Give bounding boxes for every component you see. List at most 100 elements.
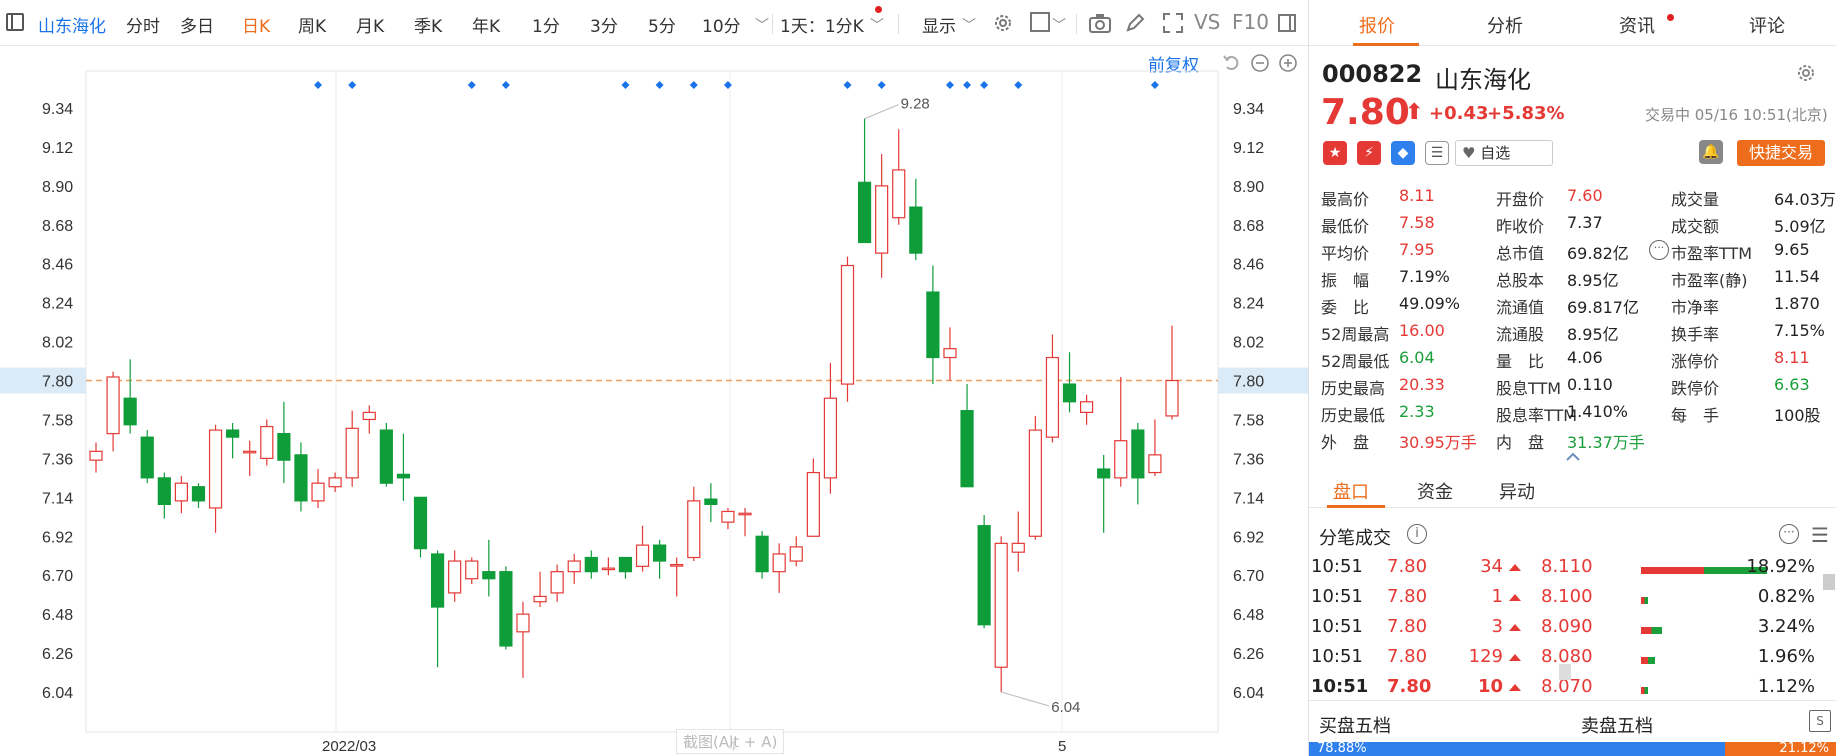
list-view-icon[interactable]: ☰ [1811, 523, 1829, 547]
period-tab-month[interactable]: 月K [356, 12, 384, 37]
tick-time: 10:51 [1311, 676, 1369, 697]
stat-value: 7.37 [1567, 213, 1603, 232]
candle-body [857, 181, 872, 244]
candle-body [277, 433, 291, 461]
sell-level-price: 8.090 [1541, 616, 1593, 637]
event-marker [877, 81, 886, 89]
panel-toggle-icon[interactable] [1278, 14, 1296, 32]
event-marker [980, 81, 989, 89]
pencil-icon[interactable] [1124, 12, 1146, 34]
kline-chart-area[interactable]: 前复权 9.34 9.34 9.12 9.12 8.90 8.90 8.68 8.68 8.46… [0, 47, 1308, 756]
period-tab-5min[interactable]: 5分 [648, 12, 676, 37]
fast-trade-button[interactable]: 快捷交易 [1737, 140, 1825, 166]
tab-comments[interactable]: 评论 [1749, 12, 1785, 38]
period-tab-day[interactable]: 日K [242, 12, 270, 37]
toolbar-divider [1076, 14, 1077, 34]
candle-body [208, 429, 223, 509]
tab-news[interactable]: 资讯 [1619, 12, 1655, 38]
period-tab-10min[interactable]: 10分 [702, 12, 741, 37]
scrollbar-track[interactable] [1559, 664, 1571, 680]
candle-body [413, 496, 428, 550]
period-tab-1min[interactable]: 1分 [532, 12, 560, 37]
stat-value: 8.95亿 [1567, 271, 1619, 290]
heart-icon: ♥ [1462, 144, 1476, 162]
y-tick-label-left: 6.48 [42, 607, 73, 624]
more-options-icon[interactable]: ··· [1779, 524, 1799, 544]
candle-body [1148, 454, 1162, 474]
tag-icon: ◆ [1391, 141, 1415, 165]
sidebar-toggle-icon[interactable] [6, 13, 24, 31]
period-tab-timeshare[interactable]: 分时 [126, 12, 160, 37]
event-marker [843, 81, 852, 89]
y-tick-label-left: 7.14 [42, 490, 73, 507]
x-axis-label: 5 [1058, 738, 1066, 755]
chevron-down-icon[interactable]: ﹀ [1052, 15, 1066, 35]
stat-label: 市盈率(静) [1671, 271, 1748, 290]
document-icon: ☰ [1425, 141, 1449, 165]
candle-body [1114, 440, 1128, 479]
multi-range-select[interactable]: 1天：1分K [780, 12, 864, 37]
more-dots-icon[interactable]: ··· [1649, 240, 1669, 260]
candle-body [892, 169, 906, 219]
y-tick-label-left: 9.34 [42, 101, 73, 118]
tab-anomaly[interactable]: 异动 [1499, 478, 1535, 504]
candle-body [806, 471, 820, 537]
info-icon[interactable]: i [1407, 524, 1427, 544]
candle-body [106, 376, 120, 435]
collapse-chevron-icon[interactable] [1565, 452, 1581, 462]
period-tab-week[interactable]: 周K [298, 12, 326, 37]
watchlist-button[interactable]: ♥ 自选 [1455, 140, 1553, 166]
chevron-down-icon[interactable]: ﹀ [962, 15, 976, 35]
toolbar-divider [772, 14, 773, 34]
candlestick-chart[interactable]: 9.34 9.34 9.12 9.12 8.90 8.90 8.68 8.68 8.46 8.46… [0, 47, 1308, 756]
tab-fundflow[interactable]: 资金 [1417, 478, 1453, 504]
price-change-pct: +5.83% [1487, 103, 1565, 124]
candle-body [738, 512, 752, 516]
tab-analysis[interactable]: 分析 [1487, 12, 1523, 38]
period-tab-3min[interactable]: 3分 [590, 12, 618, 37]
candle-body [926, 291, 940, 359]
y-tick-label-left: 8.24 [42, 296, 73, 313]
tab-quote[interactable]: 报价 [1359, 12, 1395, 38]
period-tab-year[interactable]: 年K [472, 12, 500, 37]
tab-orderbook[interactable]: 盘口 [1333, 478, 1369, 504]
current-price: 7.80 [1321, 92, 1410, 133]
camera-icon[interactable] [1088, 12, 1112, 34]
y-tick-label-left: 6.92 [42, 529, 73, 546]
stat-value: 4.06 [1567, 348, 1603, 367]
display-menu[interactable]: 显示 [922, 12, 956, 37]
gear-icon[interactable] [1795, 62, 1817, 84]
stat-label: 量 比 [1496, 352, 1545, 371]
stat-value: 5.09亿 [1774, 217, 1826, 236]
scrollbar-thumb[interactable] [1823, 574, 1835, 590]
stock-code: 000822 [1322, 60, 1423, 88]
y-tick-label-right: 8.68 [1233, 218, 1264, 235]
f10-button[interactable]: F10 [1232, 10, 1269, 34]
stat-value: 69.82亿 [1567, 244, 1629, 263]
collapse-box-icon[interactable]: S [1809, 710, 1831, 732]
event-marker [314, 81, 323, 89]
fullscreen-icon[interactable] [1162, 12, 1184, 34]
chevron-down-icon[interactable]: ﹀ [870, 15, 884, 35]
period-tab-multiday[interactable]: 多日 [180, 12, 214, 37]
notification-dot [1667, 14, 1674, 21]
candle-body [909, 206, 923, 254]
low-annotation-line [1001, 691, 1050, 707]
stat-label: 股息率TTM [1496, 406, 1578, 425]
bell-icon[interactable]: 🔔 [1699, 140, 1723, 164]
gear-icon[interactable] [992, 12, 1014, 34]
period-tab-quarter[interactable]: 季K [414, 12, 442, 37]
up-triangle-icon [1509, 684, 1521, 691]
candle-body [396, 473, 411, 479]
layout-square-icon[interactable] [1030, 12, 1050, 32]
chevron-down-icon[interactable]: ﹀ [755, 15, 769, 35]
stat-value: 7.19% [1399, 267, 1450, 286]
sell-ratio-fill: 21.12% [1725, 742, 1836, 756]
candle-body [89, 450, 103, 461]
stock-name-tab[interactable]: 山东海化 [38, 12, 106, 37]
candle-body [1045, 356, 1060, 438]
candle-body [140, 436, 154, 479]
vs-compare-button[interactable]: VS [1194, 10, 1220, 34]
candle-body [635, 544, 650, 567]
screenshot-watermark: 截图(Alt + A) [676, 729, 785, 754]
